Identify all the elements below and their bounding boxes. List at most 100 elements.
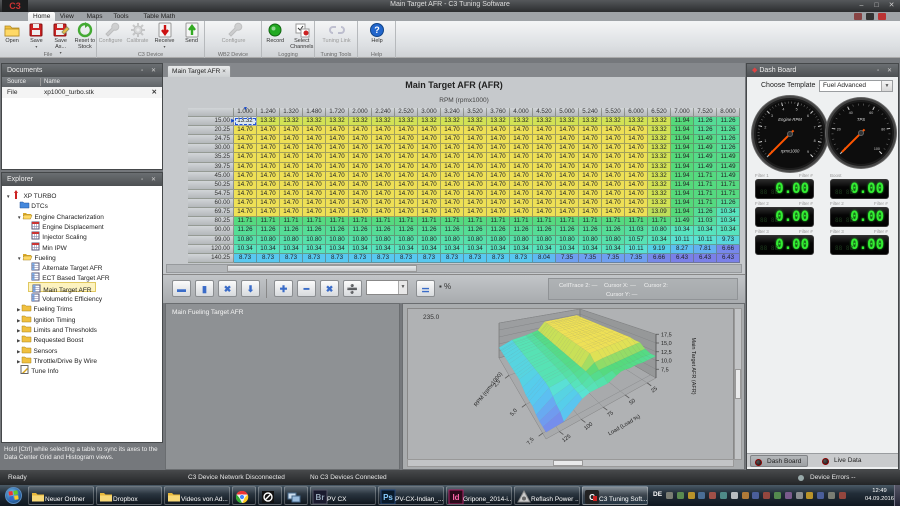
table-cell[interactable]: 8.27	[671, 245, 694, 254]
col-header[interactable]: 2.520	[395, 108, 418, 117]
table-cell[interactable]: 13.32	[487, 117, 510, 126]
table-horizontal-scrollbar[interactable]	[166, 264, 742, 273]
table-cell[interactable]: 14.70	[533, 208, 556, 217]
expanded-arrow-icon[interactable]: ▼	[6, 194, 10, 199]
table-cell[interactable]: 8.73	[372, 254, 395, 263]
table-cell[interactable]: 14.70	[418, 190, 441, 199]
table-cell[interactable]: 11.71	[694, 190, 717, 199]
table-cell[interactable]: 14.70	[579, 144, 602, 153]
table-cell[interactable]: 10.34	[648, 236, 671, 245]
table-cell[interactable]: 14.70	[257, 144, 280, 153]
table-cell[interactable]: 14.70	[418, 135, 441, 144]
table-cell[interactable]: 11.26	[326, 226, 349, 235]
table-cell[interactable]: 11.71	[234, 217, 257, 226]
table-cell[interactable]: 14.70	[625, 181, 648, 190]
toolbar-button-equals[interactable]: ⚌	[416, 280, 435, 297]
taskbar-item-network[interactable]	[284, 486, 308, 505]
table-cell[interactable]: 11.71	[717, 181, 740, 190]
tray-icon[interactable]	[828, 492, 835, 499]
table-cell[interactable]: 14.70	[326, 144, 349, 153]
row-header[interactable]: 35.25	[188, 153, 234, 162]
collapsed-arrow-icon[interactable]: ▶	[17, 307, 20, 312]
table-cell[interactable]: 14.70	[372, 126, 395, 135]
collapsed-arrow-icon[interactable]: ▶	[17, 349, 20, 354]
table-cell[interactable]: 10.34	[556, 245, 579, 254]
table-cell[interactable]: 14.70	[579, 163, 602, 172]
table-cell[interactable]: 11.49	[717, 163, 740, 172]
table-cell[interactable]: 14.70	[418, 153, 441, 162]
table-cell[interactable]: 11.26	[694, 208, 717, 217]
table-cell[interactable]: 11.26	[464, 226, 487, 235]
table-cell[interactable]: 11.71	[648, 217, 671, 226]
table-cell[interactable]: 13.32	[372, 117, 395, 126]
table-cell[interactable]: 14.70	[625, 153, 648, 162]
tray-icon[interactable]	[698, 492, 705, 499]
table-cell[interactable]: 11.71	[556, 217, 579, 226]
col-header[interactable]: 6.000	[625, 108, 648, 117]
table-cell[interactable]: 14.70	[349, 208, 372, 217]
table-cell[interactable]: 14.70	[303, 199, 326, 208]
table-cell[interactable]: 14.70	[303, 153, 326, 162]
table-cell[interactable]: 14.70	[234, 144, 257, 153]
table-cell[interactable]: 14.70	[441, 181, 464, 190]
table-cell[interactable]: 13.32	[625, 117, 648, 126]
col-header[interactable]: 7.000	[671, 108, 694, 117]
tray-icon[interactable]	[677, 492, 684, 499]
table-cell[interactable]: 14.70	[280, 144, 303, 153]
table-cell[interactable]: 13.32	[602, 117, 625, 126]
table-cell[interactable]: 11.26	[441, 226, 464, 235]
taskbar-item-chrome[interactable]	[232, 486, 256, 505]
table-cell[interactable]: 8.73	[349, 254, 372, 263]
ribbon-button-receive[interactable]: Receive▾	[151, 22, 178, 48]
col-header[interactable]: 8.000	[717, 108, 740, 117]
tray-icon[interactable]	[666, 492, 673, 499]
table-cell[interactable]: 10.11	[625, 245, 648, 254]
row-header[interactable]: 99.00	[188, 236, 234, 245]
table-cell[interactable]: 14.70	[510, 181, 533, 190]
taskbar-item-reflash-power-[interactable]: Reflash Power ...	[514, 486, 580, 505]
table-cell[interactable]: 14.70	[556, 163, 579, 172]
table-cell[interactable]: 10.34	[487, 245, 510, 254]
col-header[interactable]: 7.520	[694, 108, 717, 117]
table-cell[interactable]: 10.34	[395, 245, 418, 254]
table-cell[interactable]: 7.35	[556, 254, 579, 263]
table-cell[interactable]: 14.70	[418, 163, 441, 172]
table-cell[interactable]: 14.70	[372, 163, 395, 172]
toolbar-button-divide[interactable]: ➗	[343, 280, 362, 297]
table-cell[interactable]: 11.26	[372, 226, 395, 235]
collapsed-arrow-icon[interactable]: ▶	[17, 328, 20, 333]
table-cell[interactable]: 14.70	[602, 163, 625, 172]
table-cell[interactable]: 10.34	[441, 245, 464, 254]
table-cell[interactable]: 10.34	[418, 245, 441, 254]
table-cell[interactable]: 11.94	[671, 153, 694, 162]
table-cell[interactable]: 6.43	[671, 254, 694, 263]
col-header[interactable]: 1.240	[257, 108, 280, 117]
table-cell[interactable]: 14.70	[234, 199, 257, 208]
table-cell[interactable]: 13.32	[464, 117, 487, 126]
table-cell[interactable]: 8.73	[234, 254, 257, 263]
taskbar-item-dropbox[interactable]: Dropbox	[96, 486, 162, 505]
table-cell[interactable]: 14.70	[395, 135, 418, 144]
table-cell[interactable]: 14.70	[280, 190, 303, 199]
table-cell[interactable]: 13.32	[648, 163, 671, 172]
titlebar-mini-icon[interactable]	[854, 13, 862, 20]
toolbar-button-interp-horizontal[interactable]: ▬	[172, 280, 191, 297]
row-header[interactable]: 39.75	[188, 163, 234, 172]
table-cell[interactable]: 10.80	[510, 236, 533, 245]
explorer-panel-icons[interactable]: ▫ ✕	[141, 176, 159, 183]
table-cell[interactable]: 10.80	[487, 236, 510, 245]
tree-item-dtcs[interactable]: DTCs	[17, 199, 51, 209]
table-cell[interactable]: 14.70	[234, 163, 257, 172]
table-cell[interactable]: 14.70	[487, 199, 510, 208]
table-cell[interactable]: 14.70	[625, 144, 648, 153]
table-cell[interactable]: 14.70	[303, 181, 326, 190]
table-cell[interactable]: 10.34	[349, 245, 372, 254]
tray-icon[interactable]	[806, 492, 813, 499]
ribbon-tab-tools[interactable]: Tools	[108, 12, 133, 21]
table-cell[interactable]: 11.71	[533, 217, 556, 226]
table-cell[interactable]: 14.70	[556, 153, 579, 162]
tree-item-injector-scaling[interactable]: Injector Scaling	[28, 230, 90, 240]
tree-item-alternate-target-afr[interactable]: Alternate Target AFR	[28, 261, 105, 271]
col-header[interactable]: 6.520	[648, 108, 671, 117]
table-cell[interactable]: 14.70	[257, 199, 280, 208]
